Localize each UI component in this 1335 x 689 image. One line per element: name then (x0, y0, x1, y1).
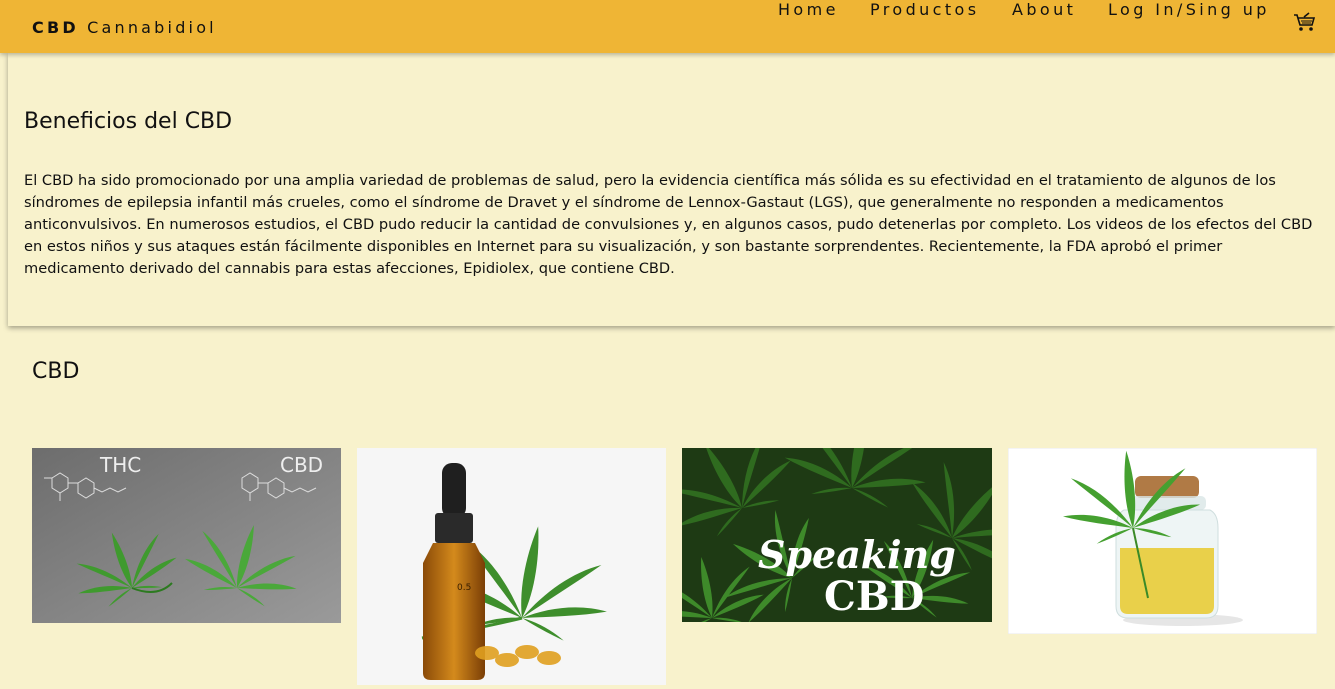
speaking-text: Speaking (758, 532, 956, 577)
thc-label: THC (99, 453, 141, 477)
cbd-label: CBD (280, 453, 323, 477)
thc-cbd-image[interactable]: THC CBD (32, 448, 341, 623)
gallery-title: CBD (32, 359, 80, 384)
nav-home[interactable]: Home (778, 0, 839, 19)
benefits-card: Beneficios del CBD El CBD ha sido promoc… (8, 53, 1335, 326)
speaking-cbd-image[interactable]: Speaking CBD (682, 448, 992, 622)
oil-bottle-image[interactable]: 0.5 (357, 448, 666, 685)
nav-productos[interactable]: Productos (870, 0, 979, 19)
benefits-text: El CBD ha sido promocionado por una ampl… (24, 172, 1313, 277)
brand-bold: CBD (32, 18, 79, 37)
brand-logo[interactable]: CBD Cannabidiol (32, 18, 217, 37)
nav-login[interactable]: Log In/Sing up (1108, 0, 1270, 19)
brand-name: Cannabidiol (87, 18, 217, 37)
cart-icon[interactable] (1292, 12, 1318, 34)
bottle-mark: 0.5 (457, 583, 471, 593)
oil-jar-image[interactable] (1008, 448, 1317, 634)
navbar: CBD Cannabidiol Home Productos About Log… (0, 0, 1335, 53)
benefits-title: Beneficios del CBD (24, 109, 233, 134)
cbd-text: CBD (824, 573, 924, 620)
nav-about[interactable]: About (1012, 0, 1076, 19)
